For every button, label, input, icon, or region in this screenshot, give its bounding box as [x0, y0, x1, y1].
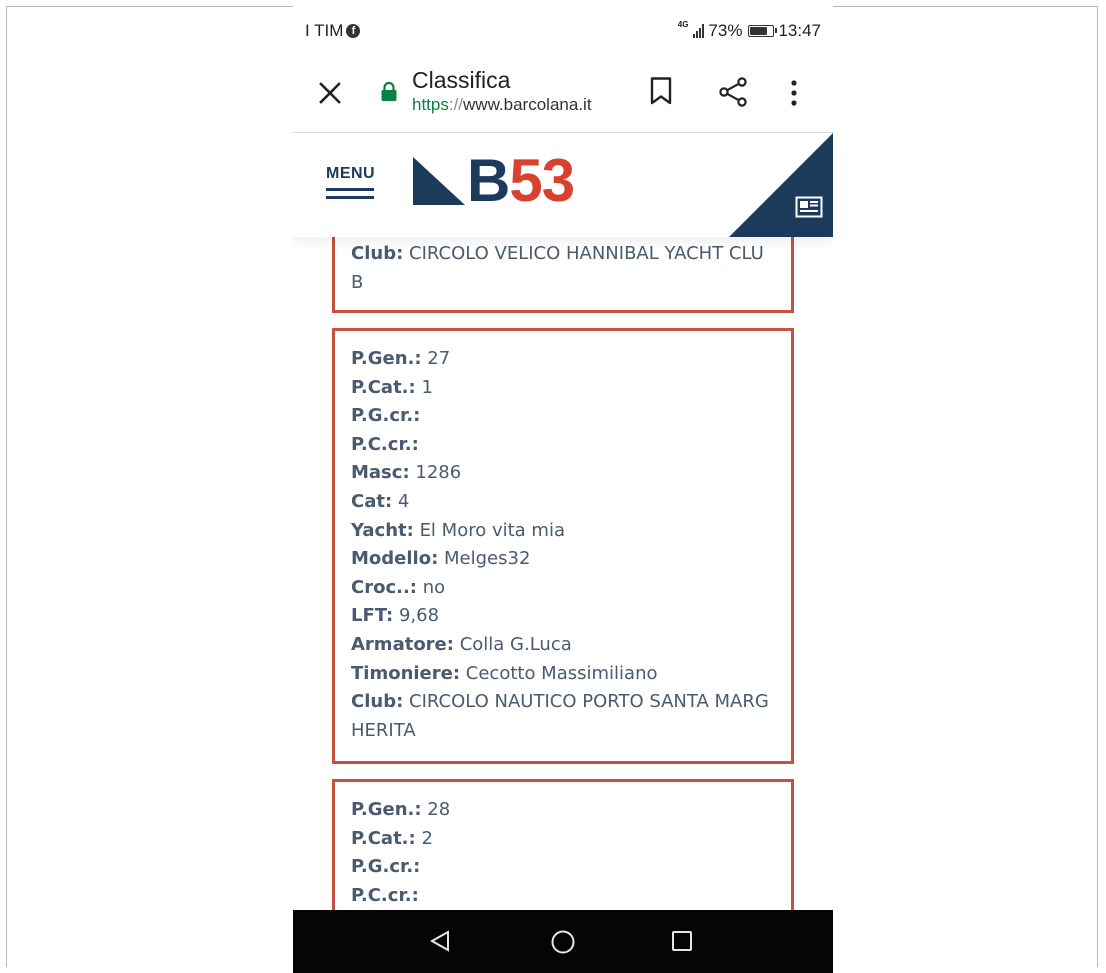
result-field: P.C.cr.:	[351, 431, 775, 460]
lock-icon	[380, 81, 398, 107]
field-key: Club:	[351, 243, 404, 264]
field-value: 1286	[415, 462, 462, 484]
logo-number: 53	[509, 147, 575, 214]
result-field: Timoniere: Cecotto Massimiliano	[351, 660, 775, 689]
clock: 13:47	[778, 21, 821, 40]
site-header: MENU B 53	[293, 133, 833, 237]
home-icon[interactable]	[550, 929, 576, 959]
field-key: Yacht:	[351, 519, 414, 541]
field-key: P.G.cr.:	[351, 405, 421, 427]
field-key: P.Gen.:	[351, 348, 422, 369]
result-field: P.Gen.: 28	[351, 796, 775, 825]
field-value: Colla G.Luca	[459, 633, 572, 655]
field-value: Cecotto Massimiliano	[465, 662, 658, 684]
result-field: P.Cat.: 1	[351, 374, 775, 403]
result-field: P.C.cr.:	[351, 882, 775, 911]
newspaper-icon[interactable]	[795, 196, 823, 222]
result-field: Modello: Melges32	[351, 545, 775, 574]
field-key: Croc..:	[351, 576, 417, 598]
battery-percent: 73%	[708, 21, 743, 40]
site-logo[interactable]: B 53	[413, 147, 575, 214]
field-value: 28	[427, 799, 451, 820]
network-type-label: 4G	[677, 20, 689, 29]
back-icon[interactable]	[429, 930, 451, 956]
field-value: 4	[397, 490, 410, 512]
field-key: P.G.cr.:	[351, 856, 421, 878]
result-field: P.G.cr.:	[351, 853, 775, 882]
status-right: 4G 73% 13:47	[678, 21, 821, 41]
field-key: P.Cat.:	[351, 376, 416, 398]
field-value: El Moro vita mia	[419, 519, 565, 541]
url-host: www.barcolana.it	[463, 95, 592, 114]
close-icon[interactable]	[315, 78, 345, 108]
recent-apps-icon[interactable]	[671, 930, 693, 956]
field-value: Melges32	[444, 548, 531, 570]
field-value: 27	[427, 348, 451, 369]
status-left: I TIM f	[305, 21, 361, 41]
signal-icon	[693, 24, 705, 38]
more-options-icon[interactable]	[789, 78, 799, 112]
field-key: P.Gen.:	[351, 799, 422, 820]
result-field: Yacht: El Moro vita mia	[351, 517, 775, 546]
result-field: Club: CIRCOLO VELICO HANNIBAL YACHT CLUB	[351, 240, 775, 297]
field-value: CIRCOLO VELICO HANNIBAL YACHT CLUB	[351, 243, 764, 293]
page-title: Classifica	[412, 67, 511, 93]
menu-button[interactable]: MENU	[326, 165, 375, 199]
url-separator: ://	[448, 95, 464, 114]
field-key: Timoniere:	[351, 662, 461, 684]
field-value: no	[422, 576, 446, 598]
result-field: P.Gen.: 27	[351, 345, 775, 374]
field-key: LFT:	[351, 605, 394, 627]
field-key: P.Cat.:	[351, 827, 416, 849]
share-icon[interactable]	[717, 76, 749, 112]
field-key: Club:	[351, 691, 404, 713]
address-bar[interactable]: Classifica https://www.barcolana.it	[412, 66, 592, 116]
result-field: Armatore: Colla G.Luca	[351, 631, 775, 660]
sail-logo-icon	[413, 157, 465, 205]
logo-letter: B	[467, 147, 510, 214]
result-field: Masc: 1286	[351, 459, 775, 488]
field-value: 1	[421, 376, 433, 398]
field-key: Masc:	[351, 462, 410, 484]
field-value: CIRCOLO NAUTICO PORTO SANTA MARGHERITA	[351, 691, 769, 741]
result-field: LFT: 9,68	[351, 602, 775, 631]
result-field: Croc..: no	[351, 574, 775, 603]
result-field: Cat: 4	[351, 488, 775, 517]
menu-label: MENU	[326, 165, 376, 182]
result-field: P.Cat.: 2	[351, 825, 775, 854]
field-value: 9,68	[399, 605, 440, 627]
field-key: Cat:	[351, 490, 393, 512]
browser-toolbar: Classifica https://www.barcolana.it	[293, 56, 833, 133]
field-key: Armatore:	[351, 633, 454, 655]
page-url: https://www.barcolana.it	[412, 94, 592, 116]
field-key: Modello:	[351, 548, 439, 570]
carrier-label: I TIM	[305, 21, 344, 40]
result-field: Club: CIRCOLO NAUTICO PORTO SANTA MARGHE…	[351, 688, 775, 745]
system-nav-bar	[293, 910, 833, 973]
battery-icon	[748, 25, 778, 37]
phone-screen: I TIM f 4G 73% 13:47 Classifica https://…	[293, 6, 833, 973]
result-field: P.G.cr.:	[351, 402, 775, 431]
hamburger-icon	[326, 188, 375, 199]
result-card: P.Gen.: 27 P.Cat.: 1 P.G.cr.: P.C.cr.: Mas…	[332, 328, 794, 764]
url-scheme: https	[412, 95, 449, 114]
status-bar: I TIM f 4G 73% 13:47	[293, 6, 833, 56]
bookmark-icon[interactable]	[649, 76, 673, 110]
facebook-notification-icon: f	[346, 24, 361, 38]
field-key: P.C.cr.:	[351, 884, 419, 906]
field-value: 2	[421, 827, 433, 849]
field-key: P.C.cr.:	[351, 433, 419, 455]
